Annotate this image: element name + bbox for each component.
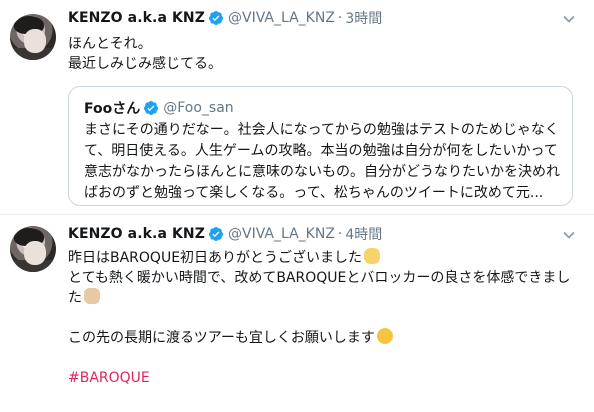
quoted-user-handle: @Foo_san (163, 100, 234, 116)
avatar[interactable] (10, 14, 56, 60)
verified-badge-icon (144, 101, 159, 115)
separator-dot: · (337, 10, 343, 26)
quoted-tweet-header: Fooさん @Foo_san (84, 98, 234, 118)
quoted-text-line: て、明日使える。人生ゲームの攻略。本当の勉強は自分が何をしたいかって (84, 143, 558, 159)
tweet-text-line: 昨日はBAROQUE初日ありがとうございました (68, 248, 578, 268)
display-name[interactable]: KENZO a.k.a KNZ (68, 226, 205, 242)
hashtag-link[interactable]: #BAROQUE (68, 368, 578, 388)
tweet-text-line: この先の長期に渡るツアーも宜しくお願いします (68, 328, 578, 348)
quoted-text-line: ばおのずと勉強って楽しくなる。って、松ちゃんのツイートに改めて元... (84, 185, 544, 201)
tweet[interactable]: KENZO a.k.a KNZ @VIVA_LA_KNZ · 4時間 昨日はBA… (0, 216, 594, 412)
tweet-text-line (68, 308, 578, 328)
relieved-face-emoji (376, 328, 393, 344)
tweet-text-line: ほんとそれ。 (68, 36, 152, 52)
user-handle[interactable]: @VIVA_LA_KNZ (228, 226, 335, 242)
quoted-tweet-text: まさにその通りだなー。社会人になってからの勉強はテストのためじゃなく て、明日使… (84, 120, 562, 204)
display-name[interactable]: KENZO a.k.a KNZ (68, 10, 205, 26)
timestamp[interactable]: 3時間 (345, 8, 382, 28)
tweet-text: 昨日はBAROQUE初日ありがとうございました とても熱く暖かい時間で、改めてB… (68, 248, 578, 388)
thumbs-up-emoji (84, 288, 100, 304)
tweet-text-line: 最近しみじみ感じてる。 (68, 56, 222, 72)
tweet-text-fragment: た (68, 290, 82, 306)
verified-badge-icon (208, 11, 223, 25)
timestamp[interactable]: 4時間 (345, 224, 382, 244)
quoted-text-line: まさにその通りだなー。社会人になってからの勉強はテストのためじゃなく (84, 122, 559, 138)
separator-dot: · (337, 226, 343, 242)
tweet-text-line: とても熱く暖かい時間で、改めてBAROQUEとバロッカーの良さを体感できまし (68, 270, 571, 286)
tweet-text: ほんとそれ。 最近しみじみ感じてる。 (68, 34, 568, 74)
verified-badge-icon (208, 227, 223, 241)
tweet-text-fragment: 昨日はBAROQUE初日ありがとうございました (68, 250, 363, 266)
quoted-display-name: Fooさん (84, 101, 141, 117)
tweet-header: KENZO a.k.a KNZ @VIVA_LA_KNZ · 4時間 (68, 224, 382, 244)
quoted-text-line: 意志がなかったらほんとに意味のないもの。自分がどうなりたいかを決めれ (84, 164, 560, 180)
chevron-down-icon[interactable] (562, 228, 576, 242)
raised-hands-emoji (364, 248, 381, 264)
tweet[interactable]: KENZO a.k.a KNZ @VIVA_LA_KNZ · 3時間 ほんとそれ… (0, 0, 594, 215)
user-handle[interactable]: @VIVA_LA_KNZ (228, 10, 335, 26)
tweet-header: KENZO a.k.a KNZ @VIVA_LA_KNZ · 3時間 (68, 8, 382, 28)
tweet-text-line: た (68, 288, 578, 308)
tweet-text-line (68, 348, 578, 368)
quoted-tweet[interactable]: Fooさん @Foo_san まさにその通りだなー。社会人になってからの勉強はテ… (68, 86, 573, 206)
chevron-down-icon[interactable] (562, 12, 576, 26)
tweet-text-fragment: この先の長期に渡るツアーも宜しくお願いします (68, 330, 375, 346)
avatar[interactable] (10, 226, 56, 272)
